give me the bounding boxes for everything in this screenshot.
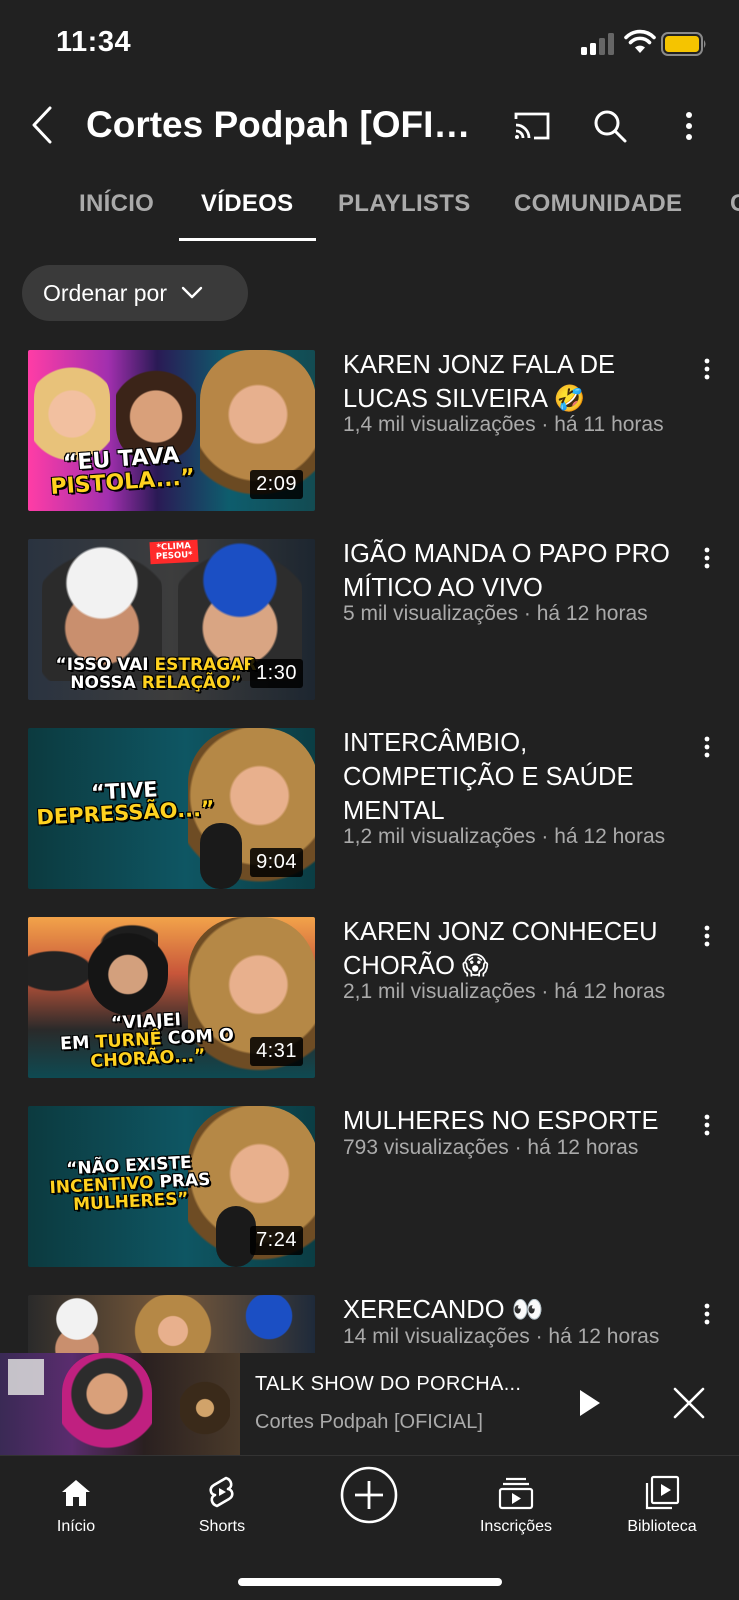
nav-item-inscricoes[interactable]: Inscrições: [456, 1470, 576, 1536]
video-item[interactable]: XERECANDO 👀 14 mil visualizações · há 12…: [0, 1295, 739, 1353]
video-item[interactable]: *CLIMA PESOU* “ISSO VAI ESTRAGAR NOSSA R…: [0, 539, 739, 709]
video-more-button[interactable]: [695, 543, 719, 573]
video-title[interactable]: XERECANDO 👀: [343, 1295, 688, 1327]
video-title[interactable]: INTERCÂMBIO, COMPETIÇÃO E SAÚDE MENTAL: [343, 726, 688, 828]
active-tab-indicator: [179, 238, 316, 241]
channel-tabs: INÍCIO VÍDEOS PLAYLISTS COMUNIDADE C: [0, 176, 739, 242]
video-thumbnail[interactable]: “VIAJEI EM TURNÊ COM O CHORÃO...” 4:31: [28, 917, 315, 1078]
video-duration: 2:09: [250, 470, 303, 499]
tab-comunidade[interactable]: COMUNIDADE: [514, 190, 682, 218]
video-meta: 793 visualizações · há 12 horas: [343, 1136, 639, 1159]
page-title: Cortes Podpah [OFICIAL]: [86, 104, 486, 145]
video-title[interactable]: IGÃO MANDA O PAPO PRO MÍTICO AO VIVO: [343, 537, 688, 605]
video-meta: 5 mil visualizações · há 12 horas: [343, 602, 648, 625]
mini-player-play-button[interactable]: [570, 1381, 610, 1425]
home-icon: [62, 1480, 90, 1506]
more-vertical-icon: [704, 1114, 710, 1136]
video-thumbnail[interactable]: [28, 1295, 315, 1353]
nav-item-biblioteca[interactable]: Biblioteca: [602, 1470, 722, 1536]
status-time: 11:34: [56, 26, 132, 58]
video-meta: 1,4 mil visualizações · há 11 horas: [343, 413, 664, 436]
cast-button[interactable]: [508, 102, 556, 150]
mini-player-thumbnail[interactable]: [0, 1353, 240, 1455]
video-thumbnail[interactable]: “NÃO EXISTE INCENTIVO PRAS MULHERES” 7:2…: [28, 1106, 315, 1267]
video-more-button[interactable]: [695, 921, 719, 951]
more-options-button[interactable]: [665, 102, 713, 150]
video-more-button[interactable]: [695, 732, 719, 762]
video-more-button[interactable]: [695, 354, 719, 384]
video-meta: 2,1 mil visualizações · há 12 horas: [343, 980, 666, 1003]
nav-label: Shorts: [198, 1518, 246, 1535]
chevron-down-icon: [181, 286, 203, 299]
battery-icon: [661, 32, 706, 56]
nav-item-shorts[interactable]: Shorts: [162, 1470, 282, 1536]
mini-player-channel: Cortes Podpah [OFICIAL]: [255, 1411, 483, 1433]
video-meta: 14 mil visualizações · há 12 horas: [343, 1325, 660, 1348]
video-duration: 7:24: [250, 1226, 303, 1255]
create-plus-icon: [340, 1466, 398, 1524]
shorts-icon: [209, 1476, 234, 1508]
more-vertical-icon: [704, 1303, 710, 1325]
status-bar: 11:34: [0, 0, 739, 86]
close-icon: [673, 1387, 705, 1419]
back-icon: [32, 106, 52, 144]
video-duration: 4:31: [250, 1037, 303, 1066]
video-item[interactable]: “TIVE DEPRESSÃO...” 9:04 INTERCÂMBIO, CO…: [0, 728, 739, 898]
tab-inicio[interactable]: INÍCIO: [79, 190, 154, 218]
nav-label: Inscrições: [479, 1518, 553, 1535]
thumbnail-caption: RELAÇÃO”: [141, 672, 242, 693]
video-item[interactable]: “EU TAVA PISTOLA...” 2:09 KAREN JONZ FAL…: [0, 350, 739, 520]
video-duration: 9:04: [250, 848, 303, 877]
search-icon: [594, 110, 627, 143]
video-more-button[interactable]: [695, 1110, 719, 1140]
channel-header: Cortes Podpah [OFICIAL]: [0, 86, 739, 172]
more-vertical-icon: [704, 736, 710, 758]
nav-label: Início: [56, 1518, 96, 1535]
mini-player[interactable]: TALK SHOW DO PORCHA... Cortes Podpah [OF…: [0, 1353, 739, 1455]
subscriptions-icon: [498, 1477, 534, 1510]
nav-label: Biblioteca: [627, 1518, 697, 1535]
tab-videos[interactable]: VÍDEOS: [201, 190, 294, 218]
cast-icon: [514, 112, 550, 140]
more-vertical-icon: [704, 547, 710, 569]
more-vertical-icon: [704, 925, 710, 947]
more-vertical-icon: [686, 112, 692, 140]
home-indicator: [238, 1578, 502, 1586]
nav-item-inicio[interactable]: Início: [16, 1470, 136, 1536]
video-item[interactable]: “VIAJEI EM TURNÊ COM O CHORÃO...” 4:31 K…: [0, 917, 739, 1087]
thumbnail-caption: NOSSA: [70, 672, 142, 693]
video-item[interactable]: “NÃO EXISTE INCENTIVO PRAS MULHERES” 7:2…: [0, 1106, 739, 1276]
video-thumbnail[interactable]: “EU TAVA PISTOLA...” 2:09: [28, 350, 315, 511]
video-title[interactable]: KAREN JONZ FALA DE LUCAS SILVEIRA 🤣: [343, 348, 688, 416]
back-button[interactable]: [22, 100, 62, 150]
mini-player-title[interactable]: TALK SHOW DO PORCHA...: [255, 1373, 521, 1396]
play-icon: [580, 1390, 600, 1416]
video-more-button[interactable]: [695, 1299, 719, 1329]
wifi-icon: [624, 29, 656, 53]
video-meta: 1,2 mil visualizações · há 12 horas: [343, 825, 666, 848]
tab-overflow[interactable]: C: [730, 190, 739, 218]
video-title[interactable]: MULHERES NO ESPORTE: [343, 1104, 688, 1138]
mini-player-close-button[interactable]: [668, 1381, 710, 1425]
tab-playlists[interactable]: PLAYLISTS: [338, 190, 471, 218]
video-title[interactable]: KAREN JONZ CONHECEU CHORÃO 😱: [343, 915, 688, 983]
video-thumbnail[interactable]: “TIVE DEPRESSÃO...” 9:04: [28, 728, 315, 889]
nav-item-create[interactable]: [309, 1462, 429, 1528]
video-duration: 1:30: [250, 659, 303, 688]
more-vertical-icon: [704, 358, 710, 380]
sort-by-button[interactable]: Ordenar por: [22, 265, 248, 321]
thumbnail-badge: *CLIMA PESOU*: [149, 539, 199, 565]
cellular-signal-icon: [581, 33, 617, 55]
sort-by-label: Ordenar por: [43, 279, 168, 306]
library-icon: [645, 1475, 680, 1510]
video-thumbnail[interactable]: *CLIMA PESOU* “ISSO VAI ESTRAGAR NOSSA R…: [28, 539, 315, 700]
search-button[interactable]: [586, 102, 634, 150]
